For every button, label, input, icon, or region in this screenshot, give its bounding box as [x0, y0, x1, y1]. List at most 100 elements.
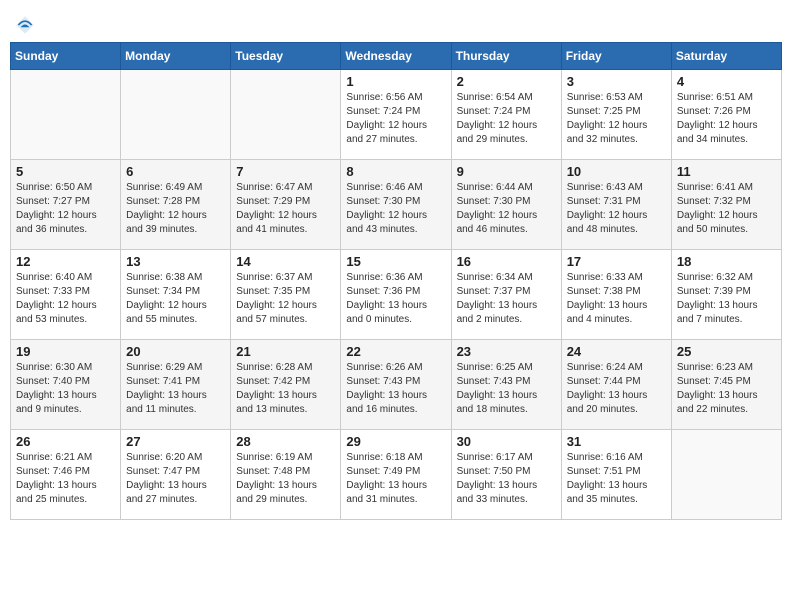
calendar-cell: 18 Sunrise: 6:32 AM Sunset: 7:39 PM Dayli… — [671, 250, 781, 340]
day-number: 2 — [457, 74, 556, 89]
calendar-cell: 10 Sunrise: 6:43 AM Sunset: 7:31 PM Dayli… — [561, 160, 671, 250]
day-info: Sunrise: 6:29 AM Sunset: 7:41 PM Dayligh… — [126, 361, 225, 417]
calendar-header: SundayMondayTuesdayWednesdayThursdayFrid… — [11, 43, 782, 70]
day-info: Sunrise: 6:19 AM Sunset: 7:48 PM Dayligh… — [236, 451, 335, 507]
header-day-wednesday: Wednesday — [341, 43, 451, 70]
calendar-cell: 24 Sunrise: 6:24 AM Sunset: 7:44 PM Dayli… — [561, 340, 671, 430]
day-number: 23 — [457, 344, 556, 359]
day-number: 29 — [346, 434, 445, 449]
page-header — [10, 10, 782, 36]
day-number: 26 — [16, 434, 115, 449]
header-day-tuesday: Tuesday — [231, 43, 341, 70]
day-number: 9 — [457, 164, 556, 179]
day-info: Sunrise: 6:25 AM Sunset: 7:43 PM Dayligh… — [457, 361, 556, 417]
calendar-cell: 7Sunrise: 6:47 AM Sunset: 7:29 PM Daylig… — [231, 160, 341, 250]
day-info: Sunrise: 6:44 AM Sunset: 7:30 PM Dayligh… — [457, 181, 556, 237]
day-number: 25 — [677, 344, 776, 359]
day-number: 27 — [126, 434, 225, 449]
day-info: Sunrise: 6:56 AM Sunset: 7:24 PM Dayligh… — [346, 91, 445, 147]
calendar-cell: 3Sunrise: 6:53 AM Sunset: 7:25 PM Daylig… — [561, 70, 671, 160]
day-info: Sunrise: 6:16 AM Sunset: 7:51 PM Dayligh… — [567, 451, 666, 507]
day-info: Sunrise: 6:23 AM Sunset: 7:45 PM Dayligh… — [677, 361, 776, 417]
day-info: Sunrise: 6:30 AM Sunset: 7:40 PM Dayligh… — [16, 361, 115, 417]
calendar-cell: 9 Sunrise: 6:44 AM Sunset: 7:30 PM Daylig… — [451, 160, 561, 250]
calendar-cell: 1 Sunrise: 6:56 AM Sunset: 7:24 PM Daylig… — [341, 70, 451, 160]
day-info: Sunrise: 6:46 AM Sunset: 7:30 PM Dayligh… — [346, 181, 445, 237]
header-day-sunday: Sunday — [11, 43, 121, 70]
day-number: 18 — [677, 254, 776, 269]
day-info: Sunrise: 6:40 AM Sunset: 7:33 PM Dayligh… — [16, 271, 115, 327]
calendar-cell: 29 Sunrise: 6:18 AM Sunset: 7:49 PM Dayli… — [341, 430, 451, 520]
day-number: 7 — [236, 164, 335, 179]
day-number: 13 — [126, 254, 225, 269]
calendar-cell: 12 Sunrise: 6:40 AM Sunset: 7:33 PM Dayli… — [11, 250, 121, 340]
calendar-cell: 11 Sunrise: 6:41 AM Sunset: 7:32 PM Dayli… — [671, 160, 781, 250]
calendar-cell: 5 Sunrise: 6:50 AM Sunset: 7:27 PM Daylig… — [11, 160, 121, 250]
day-info: Sunrise: 6:34 AM Sunset: 7:37 PM Dayligh… — [457, 271, 556, 327]
day-number: 24 — [567, 344, 666, 359]
day-number: 15 — [346, 254, 445, 269]
header-day-thursday: Thursday — [451, 43, 561, 70]
calendar-cell: 13 Sunrise: 6:38 AM Sunset: 7:34 PM Dayli… — [121, 250, 231, 340]
day-number: 28 — [236, 434, 335, 449]
calendar-cell — [11, 70, 121, 160]
calendar-cell: 14 Sunrise: 6:37 AM Sunset: 7:35 PM Dayli… — [231, 250, 341, 340]
day-number: 19 — [16, 344, 115, 359]
day-number: 4 — [677, 74, 776, 89]
day-number: 6 — [126, 164, 225, 179]
calendar-cell: 31 Sunrise: 6:16 AM Sunset: 7:51 PM Dayli… — [561, 430, 671, 520]
header-row: SundayMondayTuesdayWednesdayThursdayFrid… — [11, 43, 782, 70]
day-info: Sunrise: 6:49 AM Sunset: 7:28 PM Dayligh… — [126, 181, 225, 237]
calendar-cell: 28 Sunrise: 6:19 AM Sunset: 7:48 PM Dayli… — [231, 430, 341, 520]
calendar-cell: 30Sunrise: 6:17 AM Sunset: 7:50 PM Dayli… — [451, 430, 561, 520]
day-number: 21 — [236, 344, 335, 359]
calendar-cell: 23 Sunrise: 6:25 AM Sunset: 7:43 PM Dayli… — [451, 340, 561, 430]
day-number: 5 — [16, 164, 115, 179]
day-info: Sunrise: 6:21 AM Sunset: 7:46 PM Dayligh… — [16, 451, 115, 507]
day-info: Sunrise: 6:20 AM Sunset: 7:47 PM Dayligh… — [126, 451, 225, 507]
calendar-table: SundayMondayTuesdayWednesdayThursdayFrid… — [10, 42, 782, 520]
calendar-cell: 6 Sunrise: 6:49 AM Sunset: 7:28 PM Daylig… — [121, 160, 231, 250]
day-info: Sunrise: 6:43 AM Sunset: 7:31 PM Dayligh… — [567, 181, 666, 237]
day-info: Sunrise: 6:54 AM Sunset: 7:24 PM Dayligh… — [457, 91, 556, 147]
logo-icon — [14, 14, 36, 36]
header-day-saturday: Saturday — [671, 43, 781, 70]
day-info: Sunrise: 6:53 AM Sunset: 7:25 PM Dayligh… — [567, 91, 666, 147]
calendar-cell: 22Sunrise: 6:26 AM Sunset: 7:43 PM Dayli… — [341, 340, 451, 430]
day-number: 30 — [457, 434, 556, 449]
day-number: 31 — [567, 434, 666, 449]
calendar-body: 1 Sunrise: 6:56 AM Sunset: 7:24 PM Daylig… — [11, 70, 782, 520]
day-info: Sunrise: 6:28 AM Sunset: 7:42 PM Dayligh… — [236, 361, 335, 417]
day-info: Sunrise: 6:33 AM Sunset: 7:38 PM Dayligh… — [567, 271, 666, 327]
day-info: Sunrise: 6:24 AM Sunset: 7:44 PM Dayligh… — [567, 361, 666, 417]
calendar-cell: 4Sunrise: 6:51 AM Sunset: 7:26 PM Daylig… — [671, 70, 781, 160]
day-info: Sunrise: 6:41 AM Sunset: 7:32 PM Dayligh… — [677, 181, 776, 237]
calendar-cell: 16 Sunrise: 6:34 AM Sunset: 7:37 PM Dayli… — [451, 250, 561, 340]
day-number: 11 — [677, 164, 776, 179]
calendar-cell: 2 Sunrise: 6:54 AM Sunset: 7:24 PM Daylig… — [451, 70, 561, 160]
day-number: 10 — [567, 164, 666, 179]
calendar-cell — [231, 70, 341, 160]
day-info: Sunrise: 6:36 AM Sunset: 7:36 PM Dayligh… — [346, 271, 445, 327]
day-number: 16 — [457, 254, 556, 269]
day-number: 1 — [346, 74, 445, 89]
calendar-cell: 15 Sunrise: 6:36 AM Sunset: 7:36 PM Dayli… — [341, 250, 451, 340]
day-number: 12 — [16, 254, 115, 269]
calendar-cell: 26 Sunrise: 6:21 AM Sunset: 7:46 PM Dayli… — [11, 430, 121, 520]
calendar-cell — [121, 70, 231, 160]
day-number: 8 — [346, 164, 445, 179]
header-day-friday: Friday — [561, 43, 671, 70]
calendar-cell: 27 Sunrise: 6:20 AM Sunset: 7:47 PM Dayli… — [121, 430, 231, 520]
day-number: 14 — [236, 254, 335, 269]
day-info: Sunrise: 6:32 AM Sunset: 7:39 PM Dayligh… — [677, 271, 776, 327]
calendar-week-2: 5 Sunrise: 6:50 AM Sunset: 7:27 PM Daylig… — [11, 160, 782, 250]
calendar-cell: 25 Sunrise: 6:23 AM Sunset: 7:45 PM Dayli… — [671, 340, 781, 430]
day-number: 17 — [567, 254, 666, 269]
calendar-cell — [671, 430, 781, 520]
day-number: 22 — [346, 344, 445, 359]
day-info: Sunrise: 6:38 AM Sunset: 7:34 PM Dayligh… — [126, 271, 225, 327]
day-info: Sunrise: 6:50 AM Sunset: 7:27 PM Dayligh… — [16, 181, 115, 237]
day-info: Sunrise: 6:37 AM Sunset: 7:35 PM Dayligh… — [236, 271, 335, 327]
calendar-cell: 21 Sunrise: 6:28 AM Sunset: 7:42 PM Dayli… — [231, 340, 341, 430]
day-info: Sunrise: 6:18 AM Sunset: 7:49 PM Dayligh… — [346, 451, 445, 507]
